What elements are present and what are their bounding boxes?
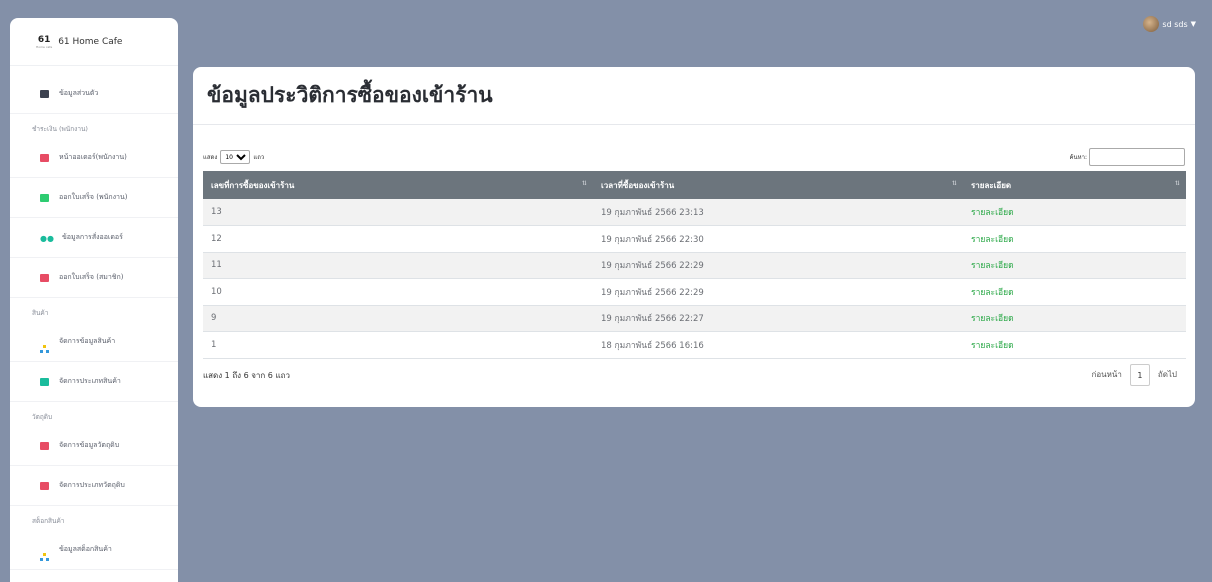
sidebar-item-order-data[interactable]: ●● ข้อมูลการสั่งออเดอร์ [10,218,178,258]
page-length-suffix: แถว [253,154,265,161]
column-header-label: เวลาที่ซื้อของเข้าร้าน [601,179,675,190]
chevron-down-icon: ▼ [1190,20,1196,28]
sidebar-item-label: ออกใบเสร็จ (สมาชิก) [59,273,124,281]
sidebar-item-ingredient-types[interactable]: จัดการประเภทวัตถุดิบ [10,466,178,506]
sidebar-item-member-receipt[interactable]: ออกใบเสร็จ (สมาชิก) [10,258,178,298]
book-icon [40,193,49,202]
page-title: ข้อมูลประวิติการซื้อของเข้าร้าน [207,83,493,107]
sidebar-heading-products: สินค้า [32,309,49,317]
sidebar-item-label: จัดการประเภทสินค้า [59,377,121,385]
detail-link[interactable]: รายละเอียด [963,199,1186,226]
sitemap-icon [40,546,49,561]
purchase-time-cell: 19 กุมภาพันธ์ 2566 22:29 [593,252,963,279]
purchase-id-cell: 10 [203,278,593,306]
detail-link[interactable]: รายละเอียด [963,278,1186,306]
column-header-purchase-time[interactable]: เวลาที่ซื้อของเข้าร้าน ⇅ [593,171,963,199]
book-icon [40,377,49,386]
sidebar-item-label: ข้อมูลการสั่งออเดอร์ [62,233,123,241]
sidebar-item-label: ข้อมูลสต็อกสินค้า [59,545,112,553]
purchase-time-cell: 19 กุมภาพันธ์ 2566 22:30 [593,225,963,253]
sidebar-item-label: ออกใบเสร็จ (พนักงาน) [59,193,128,201]
sidebar-item-manage-products[interactable]: จัดการข้อมูลสินค้า [10,322,178,362]
sort-icon: ⇅ [581,180,587,187]
sidebar-item-label: จัดการประเภทวัตถุดิบ [59,481,125,489]
column-header-label: เลขที่การซื้อของเข้าร้าน [211,179,295,190]
detail-link[interactable]: รายละเอียด [963,252,1186,279]
page-number-button[interactable]: 1 [1129,364,1150,386]
content-card: ข้อมูลประวิติการซื้อของเข้าร้าน แสดง 10 … [193,67,1195,407]
sidebar-heading-payment: ชำระเงิน (พนักงาน) [32,125,88,133]
sidebar-item-profile[interactable]: ข้อมูลส่วนตัว [10,74,178,114]
column-header-label: รายละเอียด [971,179,1012,190]
table-row: 9 19 กุมภาพันธ์ 2566 22:27 รายละเอียด [203,305,1186,332]
purchase-id-cell: 9 [203,305,593,332]
book-icon [40,153,49,162]
table-header-row: เลขที่การซื้อของเข้าร้าน ⇅ เวลาที่ซื้อของ… [203,171,1186,199]
sidebar-item-stock-data[interactable]: ข้อมูลสต็อกสินค้า [10,530,178,570]
sidebar-item-staff-receipt[interactable]: ออกใบเสร็จ (พนักงาน) [10,178,178,218]
purchase-time-cell: 19 กุมภาพันธ์ 2566 22:29 [593,278,963,306]
user-name: sd sds [1162,19,1188,29]
card-header: ข้อมูลประวิติการซื้อของเข้าร้าน [193,67,1195,125]
purchase-time-cell: 19 กุมภาพันธ์ 2566 22:27 [593,305,963,332]
user-menu[interactable]: sd sds ▼ [1143,16,1196,32]
page-length-control: แสดง 10 แถว [203,150,264,164]
id-card-icon [40,89,49,98]
detail-link[interactable]: รายละเอียด [963,305,1186,332]
table-row: 10 19 กุมภาพันธ์ 2566 22:29 รายละเอียด [203,278,1186,306]
sidebar-item-staff-order[interactable]: หน้าออเดอร์(พนักงาน) [10,138,178,178]
pagination: ก่อนหน้า 1 ถัดไป [1084,364,1186,386]
purchase-history-table: เลขที่การซื้อของเข้าร้าน ⇅ เวลาที่ซื้อของ… [203,171,1186,359]
users-icon: ●● [40,233,54,243]
table-info: แสดง 1 ถึง 6 จาก 6 แถว [203,370,290,380]
book-icon [40,273,49,282]
purchase-time-cell: 18 กุมภาพันธ์ 2566 16:16 [593,331,963,359]
table-row: 12 19 กุมภาพันธ์ 2566 22:30 รายละเอียด [203,225,1186,253]
detail-link[interactable]: รายละเอียด [963,331,1186,359]
sidebar-heading-ingredients: วัตถุดิบ [32,413,53,421]
table-footer: แสดง 1 ถึง 6 จาก 6 แถว ก่อนหน้า 1 ถัดไป [203,363,1185,387]
search-label: ค้นหา: [1069,154,1087,161]
sidebar-item-label: ข้อมูลส่วนตัว [59,89,99,97]
sidebar-item-label: จัดการข้อมูลวัตถุดิบ [59,441,120,449]
sidebar-item-product-types[interactable]: จัดการประเภทสินค้า [10,362,178,402]
brand-name: 61 Home Cafe [58,36,123,47]
brand-logo-sub: Home cafe [36,44,53,49]
sort-icon: ⇅ [1174,180,1180,187]
table-row: 1 18 กุมภาพันธ์ 2566 16:16 รายละเอียด [203,331,1186,359]
page-length-prefix: แสดง [203,154,218,161]
purchase-time-cell: 19 กุมภาพันธ์ 2566 23:13 [593,199,963,226]
column-header-details[interactable]: รายละเอียด ⇅ [963,171,1186,199]
column-header-purchase-id[interactable]: เลขที่การซื้อของเข้าร้าน ⇅ [203,171,593,199]
purchase-id-cell: 13 [203,199,593,226]
brand-logo-number: 61 [37,34,51,45]
table-controls: แสดง 10 แถว ค้นหา: [203,147,1185,167]
sidebar: 61 Home cafe 61 Home Cafe ข้อมูลส่วนตัว … [10,18,178,582]
sidebar-item-label: จัดการข้อมูลสินค้า [59,337,116,345]
page-length-select[interactable]: 10 [220,150,251,164]
table-row: 11 19 กุมภาพันธ์ 2566 22:29 รายละเอียด [203,252,1186,279]
gift-icon [40,441,49,450]
table-row: 13 19 กุมภาพันธ์ 2566 23:13 รายละเอียด [203,199,1186,226]
brand[interactable]: 61 Home cafe 61 Home Cafe [10,18,178,66]
sitemap-icon [40,338,49,353]
sidebar-heading-stock: สต็อกสินค้า [32,517,65,525]
sidebar-item-manage-ingredients[interactable]: จัดการข้อมูลวัตถุดิบ [10,426,178,466]
detail-link[interactable]: รายละเอียด [963,225,1186,253]
search-input[interactable] [1089,148,1185,166]
sort-icon: ⇅ [951,180,957,187]
purchase-id-cell: 1 [203,331,593,359]
prev-page-button[interactable]: ก่อนหน้า [1084,364,1130,386]
book-icon [40,481,49,490]
search-control: ค้นหา: [1070,148,1185,166]
next-page-button[interactable]: ถัดไป [1150,364,1185,386]
avatar [1143,16,1160,32]
purchase-id-cell: 12 [203,225,593,253]
purchase-id-cell: 11 [203,252,593,279]
brand-logo: 61 Home cafe [36,35,52,49]
sidebar-item-label: หน้าออเดอร์(พนักงาน) [59,153,127,161]
